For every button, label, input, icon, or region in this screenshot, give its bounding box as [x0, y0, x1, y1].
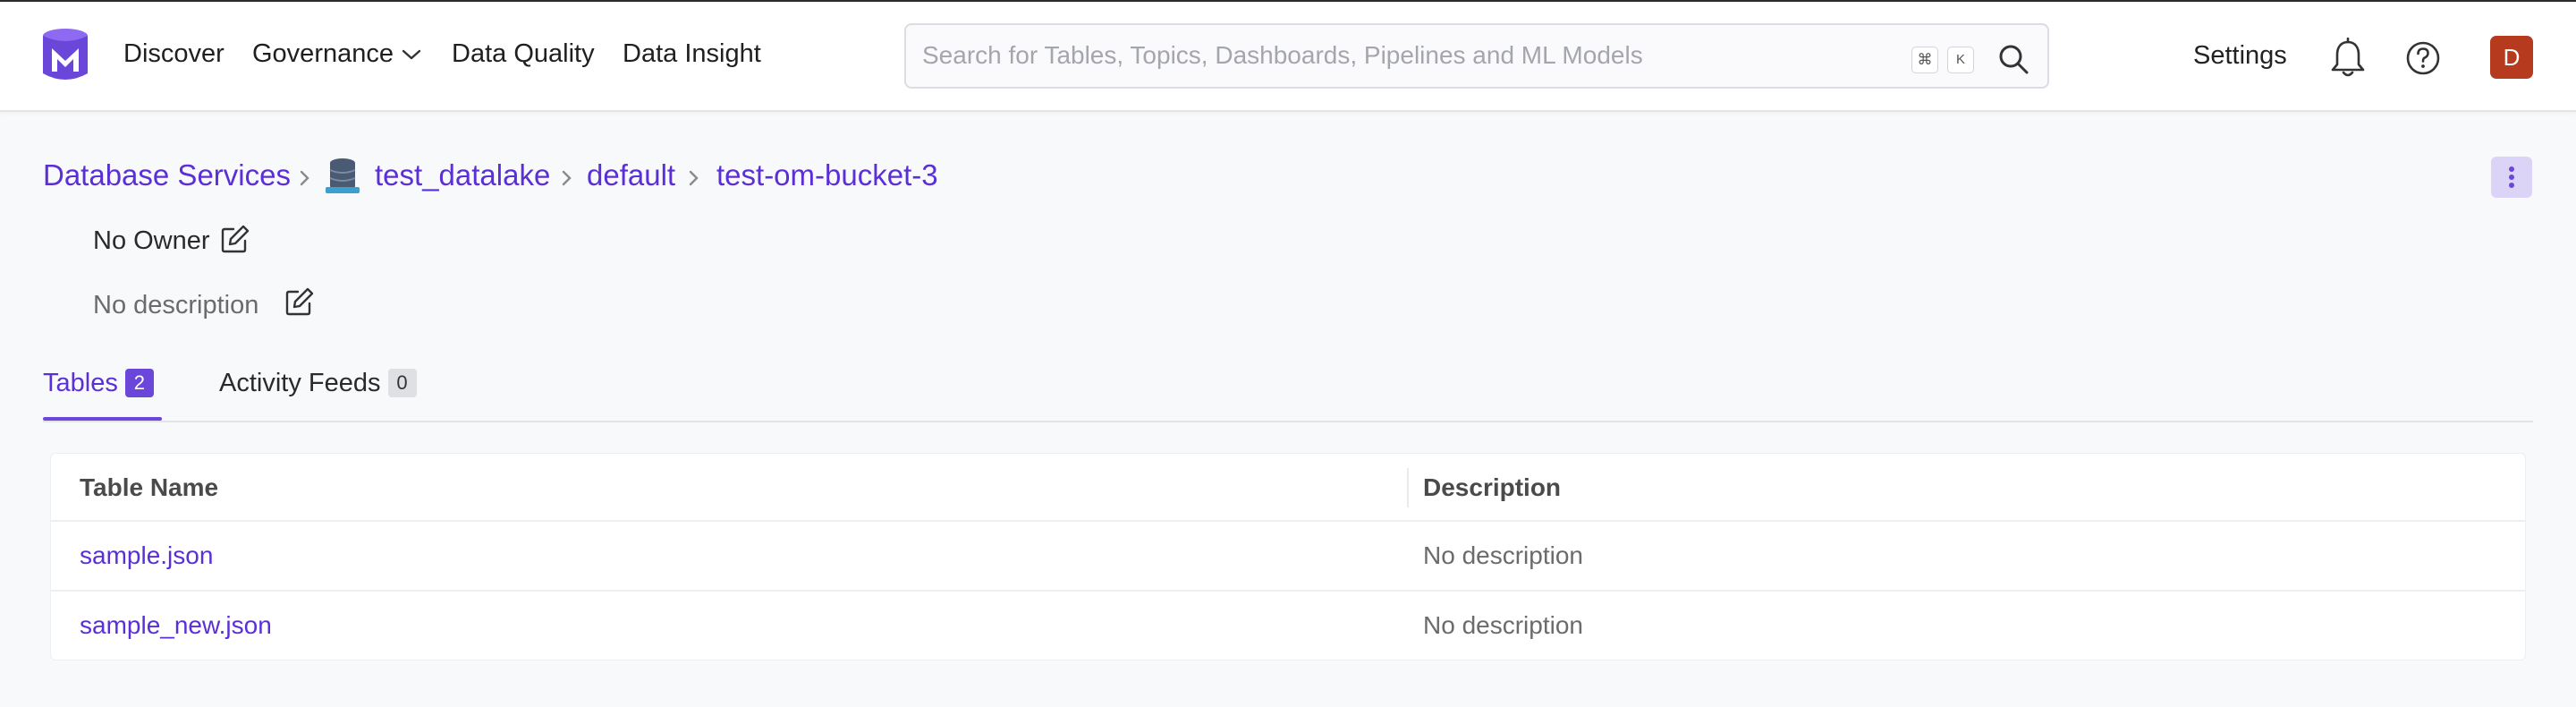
table-name-link[interactable]: sample_new.json — [80, 611, 272, 640]
nav-data-quality[interactable]: Data Quality — [452, 39, 595, 69]
global-search: ⌘ K — [904, 23, 2049, 89]
tab-activity-feeds-label: Activity Feeds — [219, 369, 381, 397]
search-icon[interactable] — [1997, 43, 2029, 75]
top-navbar: Discover Governance Data Quality Data In… — [0, 0, 2576, 112]
chevron-right-icon — [300, 170, 309, 186]
tab-activity-feeds-count: 0 — [387, 369, 417, 397]
database-icon — [326, 158, 360, 193]
nav-governance-label: Governance — [252, 39, 394, 68]
breadcrumb-database-services[interactable]: Database Services — [43, 158, 291, 192]
nav-discover[interactable]: Discover — [123, 39, 225, 69]
tab-tables-count: 2 — [124, 369, 154, 397]
shortcut-cmd-key: ⌘ — [1911, 47, 1938, 73]
table-description: No description — [1423, 541, 1583, 569]
column-header-table-name: Table Name — [80, 473, 219, 501]
kebab-dot — [2509, 175, 2514, 180]
settings-link[interactable]: Settings — [2193, 41, 2287, 71]
owner-label: No Owner — [93, 226, 210, 255]
table-row: sample_new.json No description — [51, 592, 2525, 661]
nav-governance[interactable]: Governance — [252, 39, 422, 69]
edit-icon[interactable] — [220, 224, 250, 254]
tables-table: Table Name Description sample.json No de… — [50, 453, 2526, 660]
search-input[interactable] — [922, 38, 1888, 73]
kebab-dot — [2509, 166, 2514, 172]
bell-icon[interactable] — [2329, 38, 2367, 79]
breadcrumb-service[interactable]: test_datalake — [375, 158, 550, 192]
chevron-right-icon — [689, 170, 699, 186]
breadcrumb-database[interactable]: default — [587, 158, 675, 192]
table-name-link[interactable]: sample.json — [80, 541, 213, 570]
chevron-down-icon — [402, 50, 421, 60]
shortcut-k-key: K — [1947, 47, 1974, 73]
help-icon[interactable] — [2405, 40, 2441, 76]
table-header: Table Name Description — [51, 454, 2525, 522]
breadcrumb-schema[interactable]: test-om-bucket-3 — [716, 158, 938, 192]
nav-data-insight[interactable]: Data Insight — [623, 39, 761, 69]
table-row: sample.json No description — [51, 522, 2525, 592]
table-description: No description — [1423, 611, 1583, 639]
user-avatar[interactable]: D — [2490, 36, 2533, 79]
tab-activity-feeds[interactable]: Activity Feeds 0 — [219, 369, 417, 398]
more-options-button[interactable] — [2491, 157, 2532, 198]
description-text: No description — [93, 291, 259, 319]
column-divider — [1407, 468, 1409, 507]
column-header-description: Description — [1423, 473, 1562, 501]
tab-bar: Tables 2 Activity Feeds 0 — [43, 358, 2533, 422]
active-tab-indicator — [43, 417, 162, 421]
tab-tables[interactable]: Tables 2 — [43, 369, 154, 398]
tab-tables-label: Tables — [43, 369, 118, 397]
openmetadata-logo-icon[interactable] — [39, 27, 91, 84]
kebab-dot — [2509, 183, 2514, 188]
chevron-right-icon — [562, 170, 572, 186]
edit-icon[interactable] — [284, 286, 315, 317]
